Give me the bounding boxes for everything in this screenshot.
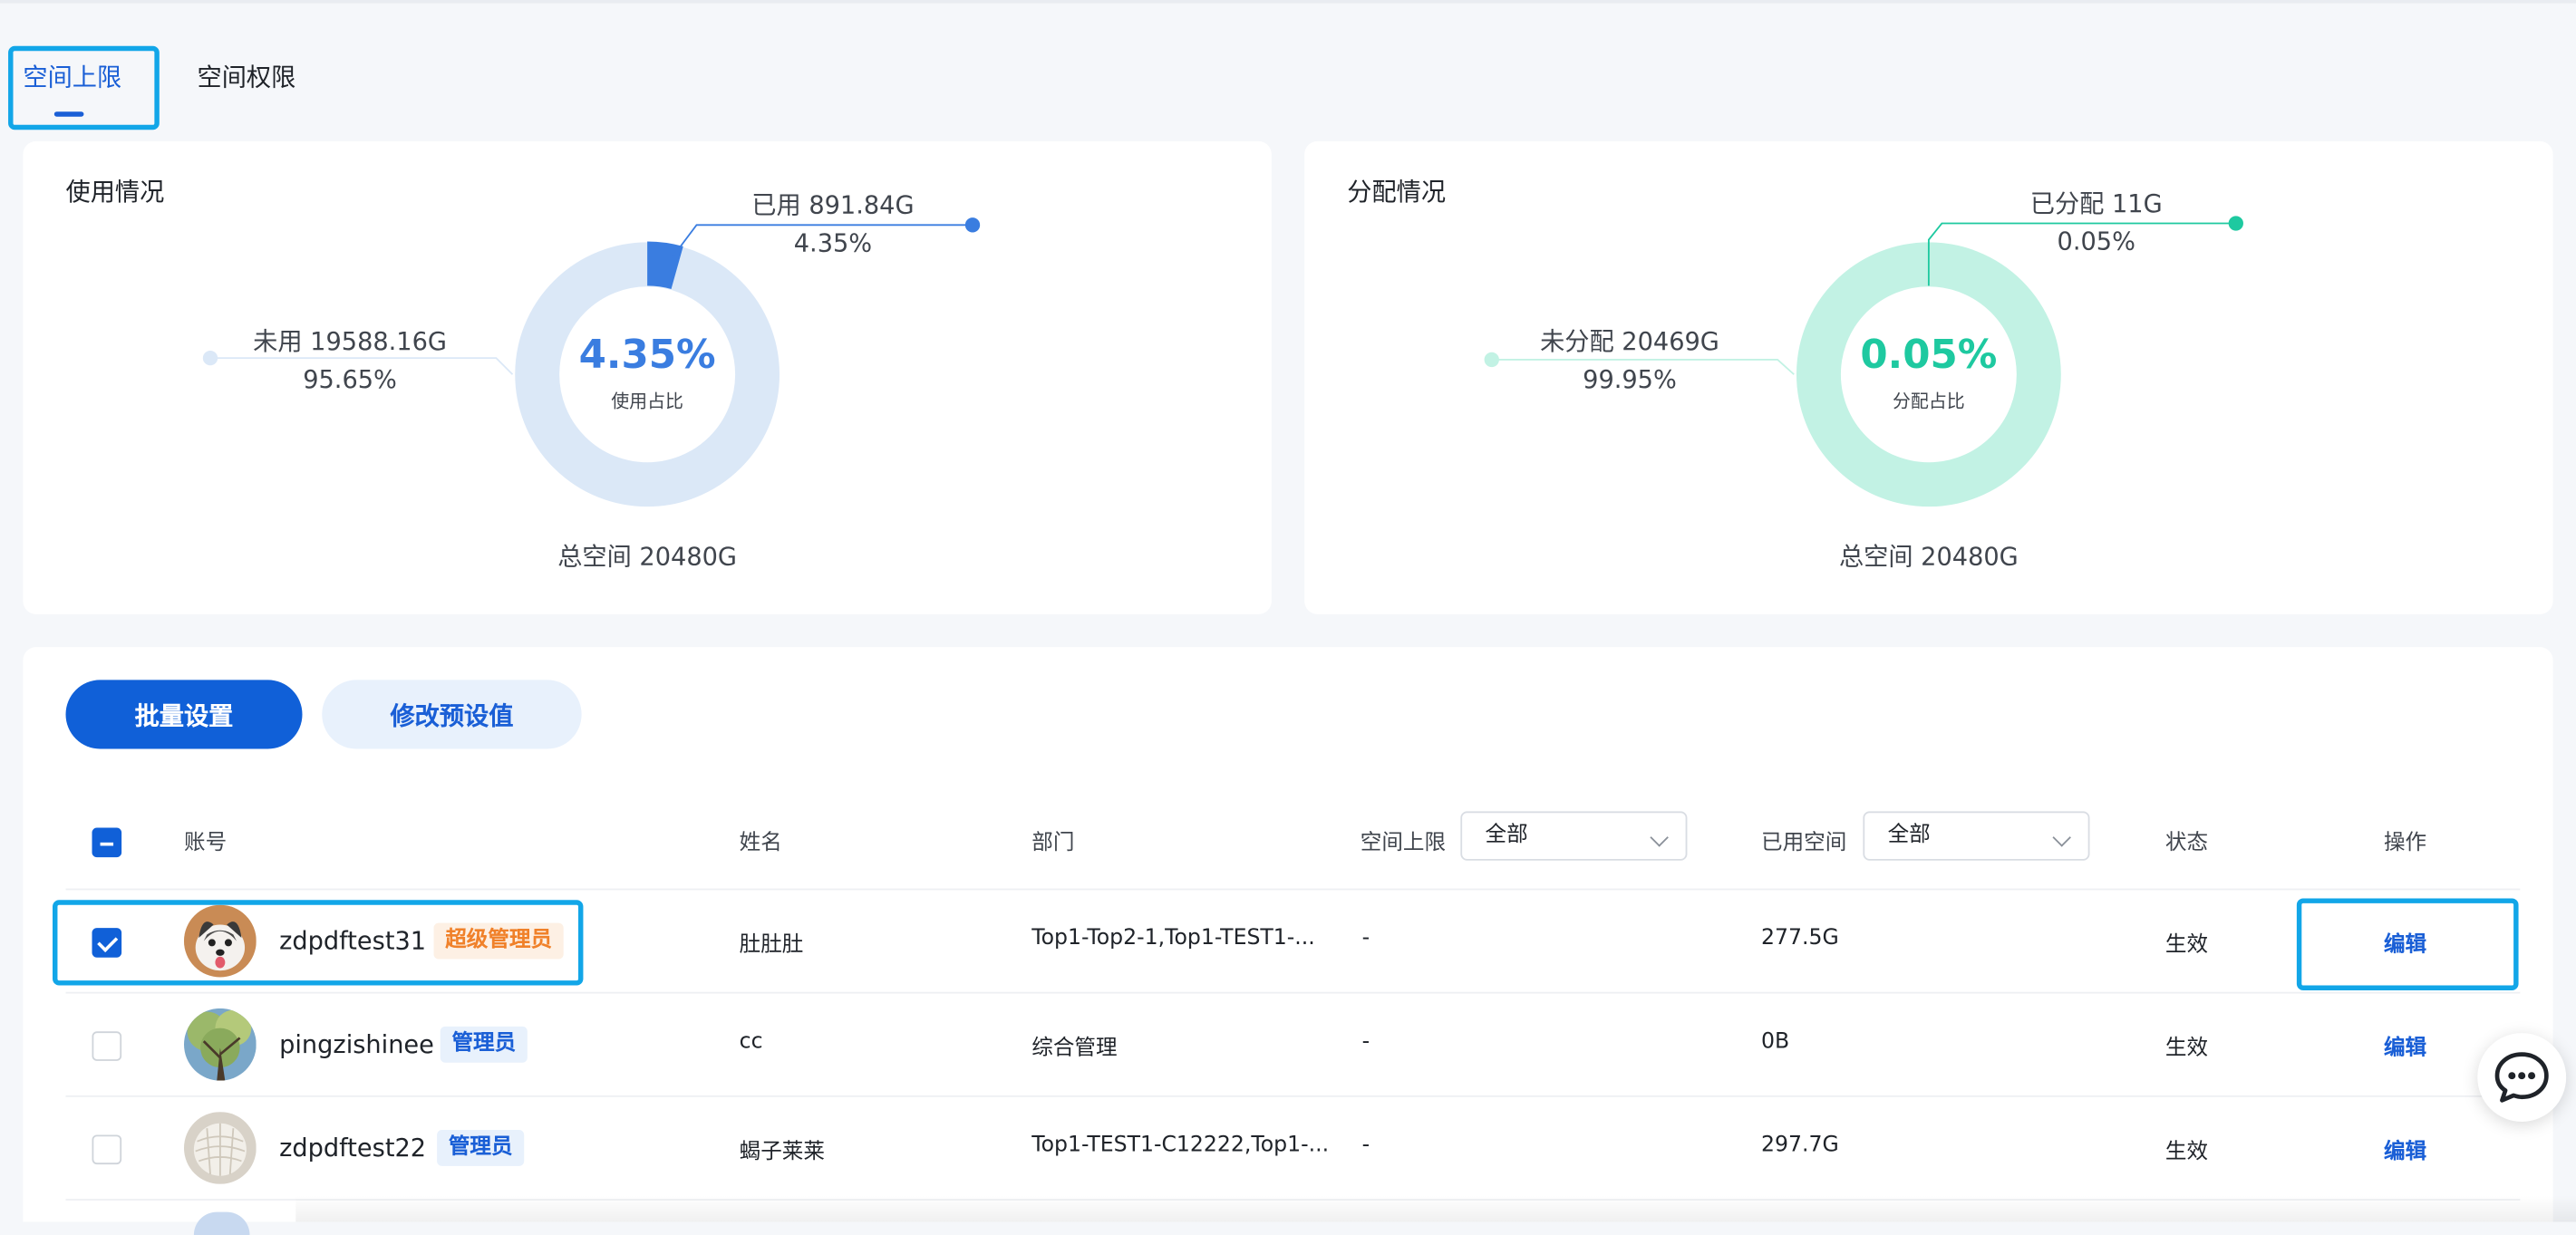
header-status: 状态 (2164, 831, 2209, 856)
header-name: 姓名 (739, 831, 782, 856)
cell-name: 蝎子莱莱 (739, 1139, 825, 1165)
role-badge: 管理员 (440, 1026, 528, 1063)
row-checkbox[interactable] (92, 1031, 122, 1061)
tab-space-permission[interactable]: 空间权限 (198, 59, 296, 93)
used-filter-select[interactable]: 全部 (1863, 811, 2090, 861)
unalloc-leader-dot (1484, 352, 1499, 368)
avatar[interactable] (184, 1008, 257, 1081)
unused-pct: 95.65% (303, 364, 397, 394)
chevron-down-icon (2052, 828, 2071, 847)
edit-preset-button[interactable]: 修改预设值 (322, 680, 582, 749)
header-account: 账号 (184, 831, 228, 856)
unused-leader-dot (202, 350, 218, 366)
avatar[interactable] (184, 1112, 257, 1184)
cell-dept: 综合管理 (1031, 1036, 1118, 1061)
unalloc-label: 未分配 20469G (1540, 326, 1719, 357)
chat-button[interactable] (2477, 1033, 2567, 1122)
row-divider (65, 888, 2521, 891)
used-filter-value: 全部 (1887, 823, 1931, 848)
row-checkbox[interactable] (92, 1134, 122, 1165)
usage-card: 使用情况 已用 891.84G 4.35% 未用 19588.16G 95.65… (23, 140, 1272, 614)
edit-link[interactable]: 编辑 (2384, 1134, 2426, 1164)
batch-set-button[interactable]: 批量设置 (65, 680, 303, 749)
cell-used: 277.5G (1761, 926, 1839, 951)
usage-center-caption: 使用占比 (611, 391, 683, 412)
highlight-row-account (53, 900, 584, 986)
avatar-tree-image (184, 1008, 257, 1081)
unused-label: 未用 19588.16G (253, 326, 447, 357)
alloc-total: 总空间 20480G (1838, 542, 2019, 572)
cell-quota: - (1361, 1029, 1370, 1055)
chat-bubble-icon (2494, 1052, 2549, 1103)
alloc-pct: 0.05% (2057, 227, 2135, 256)
cell-dept: Top1-Top2-1,Top1-TEST1-... (1031, 926, 1315, 951)
app-root: 空间上限 空间权限 使用情况 已用 891.84G 4.35% 未用 19588… (0, 0, 2576, 1235)
alloc-center-caption: 分配占比 (1893, 391, 1965, 412)
highlight-edit (2296, 898, 2519, 990)
cell-name: cc (739, 1029, 763, 1055)
edit-link[interactable]: 编辑 (2384, 1029, 2426, 1061)
alloc-leader-dot (2228, 216, 2243, 231)
used-label: 已用 891.84G (751, 190, 915, 220)
bottom-shadow (295, 1195, 2576, 1222)
cell-status: 生效 (2164, 1139, 2209, 1165)
select-all-checkbox[interactable] (92, 827, 122, 858)
cell-used: 297.7G (1761, 1133, 1839, 1158)
account-name: pingzishinee (279, 1029, 434, 1060)
alloc-center-value: 0.05% (1860, 332, 1998, 378)
header-ops: 操作 (2383, 831, 2427, 856)
cell-used: 0B (1761, 1029, 1790, 1055)
chevron-down-icon (1650, 828, 1669, 847)
usage-center-value: 4.35% (578, 332, 716, 378)
used-leader-dot (964, 217, 981, 233)
cell-dept: Top1-TEST1-C12222,Top1-... (1031, 1133, 1330, 1158)
row-divider (65, 991, 2521, 994)
alloc-label: 已分配 11G (2029, 188, 2163, 219)
usage-total: 总空间 20480G (557, 542, 737, 572)
account-name: zdpdftest22 (279, 1133, 427, 1163)
avatar-fruit-image (184, 1112, 257, 1184)
cell-status: 生效 (2164, 1036, 2209, 1061)
header-dept: 部门 (1031, 831, 1075, 856)
cell-quota: - (1361, 926, 1370, 951)
role-badge: 管理员 (437, 1130, 525, 1166)
cell-quota: - (1361, 1133, 1370, 1158)
allocation-card: 分配情况 已分配 11G 0.05% 未分配 20469G 99.95% 0.0… (1304, 140, 2553, 614)
quota-filter-value: 全部 (1485, 823, 1528, 848)
unalloc-pct: 99.95% (1583, 364, 1677, 394)
used-pct: 4.35% (793, 227, 873, 258)
cell-name: 肚肚肚 (739, 932, 804, 958)
row-divider (65, 1095, 2521, 1097)
highlight-tab (8, 45, 160, 130)
top-divider (0, 0, 2576, 4)
cell-status: 生效 (2164, 932, 2209, 958)
header-quota: 空间上限 (1360, 831, 1447, 856)
quota-filter-select[interactable]: 全部 (1460, 811, 1688, 861)
header-used: 已用空间 (1761, 831, 1847, 856)
